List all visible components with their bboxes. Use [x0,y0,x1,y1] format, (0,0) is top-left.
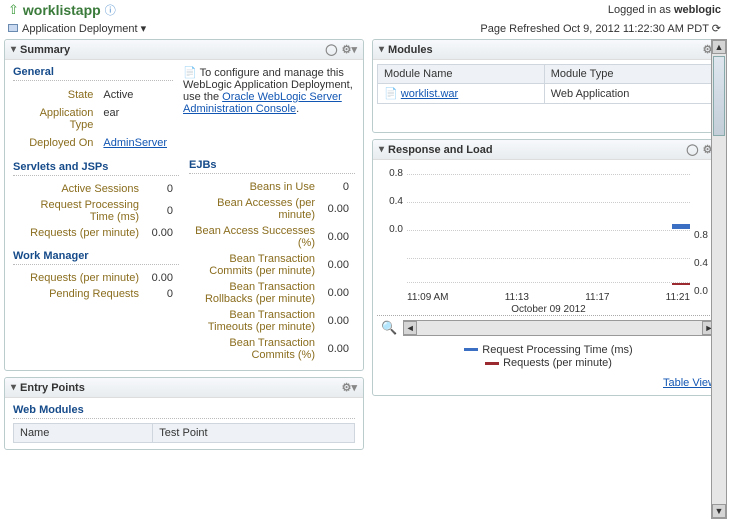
deployment-menu[interactable]: Application Deployment ▾ [22,22,146,35]
app-type-label: Application Type [15,105,97,133]
entry-points-header[interactable]: ▾Entry Points ⚙▾ [5,378,363,398]
state-label: State [15,87,97,103]
info-icon[interactable]: ⓘ [105,2,116,18]
help-icon[interactable]: ◯ [325,43,337,56]
module-icon: 📄 [384,88,398,100]
help-icon[interactable]: ◯ [686,143,698,156]
state-value: Active [99,87,171,103]
config-hint: 📄 To configure and manage this WebLogic … [183,66,355,153]
collapse-icon: ▾ [379,44,384,55]
app-title: worklistapp [23,2,101,18]
series-1-mark [672,224,690,229]
page-refreshed: Page Refreshed Oct 9, 2012 11:22:30 AM P… [480,22,721,35]
summary-header[interactable]: ▾Summary ◯⚙▾ [5,40,363,60]
entry-points-panel: ▾Entry Points ⚙▾ Web Modules NameTest Po… [4,377,364,450]
chevron-down-icon: ▾ [141,23,147,35]
series-2-mark [672,283,690,285]
table-row: 📄 worklist.war Web Application [378,84,720,104]
zoom-icon[interactable]: 🔍 [381,320,397,336]
collapse-icon: ▾ [11,382,16,393]
scroll-left-icon[interactable]: ◄ [403,321,417,335]
module-link[interactable]: worklist.war [401,88,458,100]
entry-points-table: NameTest Point [13,423,355,443]
modules-table: Module NameModule Type 📄 worklist.war We… [377,64,720,104]
module-type: Web Application [544,84,719,104]
ejbs-title: EJBs [189,159,355,174]
web-modules-title: Web Modules [13,404,355,419]
chart-legend: Request Processing Time (ms) Requests (p… [373,340,724,373]
response-load-header[interactable]: ▾Response and Load ◯⚙▾ [373,140,724,160]
hint-icon: 📄 [183,67,197,79]
table-view-link[interactable]: Table View [663,377,716,389]
col-test-point: Test Point [153,424,355,443]
gear-icon[interactable]: ⚙▾ [342,43,357,56]
response-load-panel: ▾Response and Load ◯⚙▾ 0.8 0.4 0.0 0.8 0… [372,139,725,396]
login-status: Logged in as weblogic [608,4,721,16]
modules-header[interactable]: ▾Modules ⚙▾ [373,40,724,60]
chart: 0.8 0.4 0.0 0.8 0.4 0.0 [377,166,720,316]
collapse-icon: ▾ [379,144,384,155]
deployed-on-label: Deployed On [15,135,97,151]
modules-panel: ▾Modules ⚙▾ Module NameModule Type 📄 wor… [372,39,725,133]
vertical-scrollbar[interactable]: ▲ ▼ [711,39,727,519]
servlets-title: Servlets and JSPs [13,161,179,176]
col-name: Name [14,424,153,443]
scroll-up-icon[interactable]: ▲ [712,40,726,54]
col-module-name: Module Name [378,65,545,84]
general-title: General [13,66,173,81]
refresh-icon[interactable]: ⟳ [712,23,721,35]
gear-icon[interactable]: ⚙▾ [342,381,357,394]
summary-panel: ▾Summary ◯⚙▾ General StateActive Applica… [4,39,364,371]
col-module-type: Module Type [544,65,719,84]
up-arrow-icon[interactable]: ⇧ [8,2,19,18]
work-manager-title: Work Manager [13,250,179,265]
chart-scrollbar[interactable]: ◄ ► [403,320,716,336]
scroll-down-icon[interactable]: ▼ [712,504,726,518]
collapse-icon: ▾ [11,44,16,55]
scroll-thumb[interactable] [713,56,725,136]
deployed-on-link[interactable]: AdminServer [103,137,167,149]
app-type-value: ear [99,105,171,133]
deployment-icon [8,23,18,35]
